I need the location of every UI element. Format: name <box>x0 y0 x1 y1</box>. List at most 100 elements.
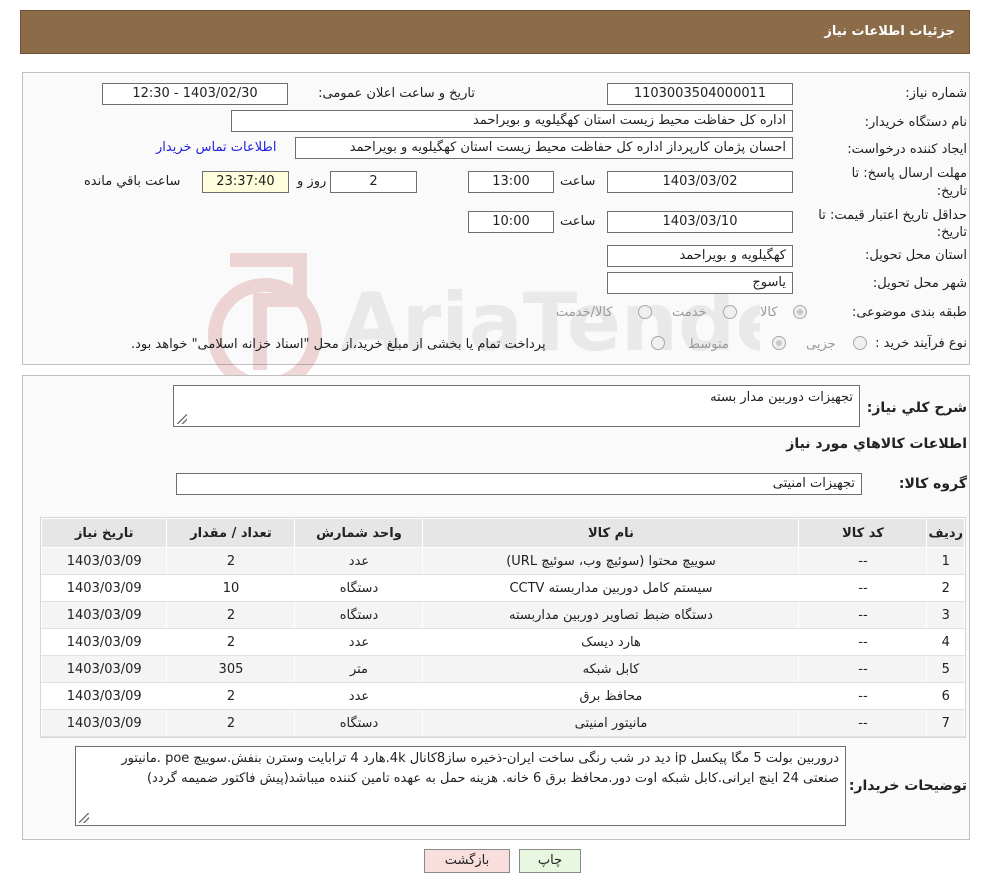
goods-group-label: گروه کالا: <box>898 476 967 492</box>
announce-field: 1403/02/30 - 12:30 <box>102 83 288 105</box>
announce-label: تاریخ و ساعت اعلان عمومی: <box>318 86 475 101</box>
cell-goods-code: -- <box>798 655 928 683</box>
items-table-wrapper: رديف کد کالا نام کالا واحد شمارش تعداد /… <box>40 517 966 738</box>
buyer-notes-textarea[interactable]: دروربین بولت 5 مگا پیکسل ip دید در شب رن… <box>75 746 846 826</box>
cell-quantity: 2 <box>166 682 296 710</box>
cell-goods-code: -- <box>798 574 928 602</box>
cell-goods-code: -- <box>798 709 928 737</box>
cell-unit: متر <box>294 655 424 683</box>
category-radio-goods[interactable] <box>793 305 807 319</box>
cell-unit: عدد <box>294 682 424 710</box>
cell-row-number: 3 <box>926 601 965 629</box>
purchase-radio-medium[interactable] <box>772 336 786 350</box>
page-title: جزئیات اطلاعات نیاز <box>824 24 955 39</box>
cell-goods-code: -- <box>798 682 928 710</box>
table-row: 5 -- کابل شبکه متر 305 1403/03/09 <box>40 655 965 683</box>
treasury-checkbox-radio[interactable] <box>651 336 665 350</box>
category-option-both: کالا/خدمت <box>556 305 613 320</box>
cell-goods-code: -- <box>798 601 928 629</box>
cell-goods-name: مانیتور امنیتی <box>422 709 800 737</box>
resize-grip-icon[interactable] <box>177 414 187 424</box>
purchase-option-minor: جزیی <box>806 337 836 352</box>
reply-date-field: 1403/03/02 <box>607 171 793 193</box>
back-button[interactable]: بازگشت <box>424 849 510 873</box>
cell-goods-name: کابل شبکه <box>422 655 800 683</box>
validity-time-field: 10:00 <box>468 211 554 233</box>
cell-goods-name: دستگاه ضبط تصاویر دوربین مداربسته <box>422 601 800 629</box>
cell-quantity: 2 <box>166 628 296 656</box>
buyer-org-field: اداره کل حفاظت محیط زیست استان کهگیلویه … <box>231 110 793 132</box>
table-header-row: رديف کد کالا نام کالا واحد شمارش تعداد /… <box>40 518 965 548</box>
cell-need-date: 1403/03/09 <box>40 709 168 737</box>
table-row: 2 -- سیستم کامل دوربین مداربسته CCTV دستگاه… <box>40 574 965 602</box>
remaining-time-label: ساعت باقي مانده <box>84 174 181 189</box>
buyer-notes-label: توضیحات خریدار: <box>848 778 967 794</box>
cell-quantity: 10 <box>166 574 296 602</box>
buyer-notes-text: دروربین بولت 5 مگا پیکسل ip دید در شب رن… <box>121 751 839 786</box>
cell-row-number: 5 <box>926 655 965 683</box>
cell-row-number: 7 <box>926 709 965 737</box>
purchase-option-medium: متوسط <box>688 337 729 352</box>
reply-deadline-label-date: تاریخ: <box>936 184 967 199</box>
purchase-radio-minor[interactable] <box>853 336 867 350</box>
buyer-org-label: نام دستگاه خریدار: <box>864 115 967 130</box>
goods-heading: اطلاعات کالاهاي مورد نياز <box>786 436 967 452</box>
category-radio-both[interactable] <box>638 305 652 319</box>
table-row: 1 -- سوییچ محتوا (سوئیچ وب، سوئیچ URL) عدد 2… <box>40 547 965 575</box>
cell-unit: دستگاه <box>294 574 424 602</box>
cell-need-date: 1403/03/09 <box>40 601 168 629</box>
city-field: یاسوج <box>607 272 793 294</box>
items-table: رديف کد کالا نام کالا واحد شمارش تعداد /… <box>40 518 965 737</box>
days-label: روز و <box>297 174 327 189</box>
cell-row-number: 1 <box>926 547 965 575</box>
col-row-header: رديف <box>926 518 965 548</box>
cell-goods-name: محافظ برق <box>422 682 800 710</box>
province-label: استان محل تحویل: <box>865 248 967 263</box>
page-header: جزئیات اطلاعات نیاز <box>20 10 970 54</box>
cell-quantity: 2 <box>166 601 296 629</box>
province-field: کهگیلویه و بویراحمد <box>607 245 793 267</box>
category-option-goods: کالا <box>760 305 778 320</box>
category-radio-service[interactable] <box>723 305 737 319</box>
goods-group-field: تجهیزات امنیتی <box>176 473 862 495</box>
validity-label: حداقل تاریخ اعتبار قیمت: تا <box>818 208 967 223</box>
cell-unit: عدد <box>294 628 424 656</box>
purchase-type-label: نوع فرآیند خرید : <box>875 336 967 351</box>
cell-need-date: 1403/03/09 <box>40 655 168 683</box>
validity-label-date: تاریخ: <box>936 225 967 240</box>
purchase-note: پرداخت تمام یا بخشی از مبلغ خرید،از محل … <box>131 337 546 352</box>
col-date-header: تاریخ نیاز <box>40 518 168 548</box>
buyer-contact-link[interactable]: اطلاعات تماس خریدار <box>156 140 276 155</box>
cell-quantity: 2 <box>166 709 296 737</box>
cell-unit: دستگاه <box>294 709 424 737</box>
reply-time-field: 13:00 <box>468 171 554 193</box>
cell-row-number: 4 <box>926 628 965 656</box>
cell-goods-name: سوییچ محتوا (سوئیچ وب، سوئیچ URL) <box>422 547 800 575</box>
resize-grip-icon[interactable] <box>79 813 89 823</box>
need-number-label: شماره نیاز: <box>905 86 967 101</box>
print-button[interactable]: چاپ <box>519 849 581 873</box>
cell-goods-name: هارد دیسک <box>422 628 800 656</box>
city-label: شهر محل تحویل: <box>872 276 967 291</box>
creator-field: احسان پژمان کارپرداز اداره کل حفاظت محیط… <box>295 137 793 159</box>
validity-date-field: 1403/03/10 <box>607 211 793 233</box>
cell-row-number: 6 <box>926 682 965 710</box>
cell-row-number: 2 <box>926 574 965 602</box>
summary-text: تجهیزات دوربین مدار بسته <box>710 390 853 405</box>
items-table-body: 1 -- سوییچ محتوا (سوئیچ وب، سوئیچ URL) عدد 2… <box>40 547 965 737</box>
col-unit-header: واحد شمارش <box>294 518 424 548</box>
days-field: 2 <box>330 171 417 193</box>
cell-goods-name: سیستم کامل دوربین مداربسته CCTV <box>422 574 800 602</box>
category-option-service: خدمت <box>672 305 707 320</box>
summary-textarea[interactable]: تجهیزات دوربین مدار بسته <box>173 385 860 427</box>
reply-time-label: ساعت <box>560 174 596 189</box>
cell-unit: دستگاه <box>294 601 424 629</box>
remaining-time-field: 23:37:40 <box>202 171 289 193</box>
table-row: 7 -- مانیتور امنیتی دستگاه 2 1403/03/09 <box>40 709 965 737</box>
cell-goods-code: -- <box>798 628 928 656</box>
col-code-header: کد کالا <box>798 518 928 548</box>
cell-unit: عدد <box>294 547 424 575</box>
cell-need-date: 1403/03/09 <box>40 682 168 710</box>
cell-quantity: 305 <box>166 655 296 683</box>
cell-goods-code: -- <box>798 547 928 575</box>
